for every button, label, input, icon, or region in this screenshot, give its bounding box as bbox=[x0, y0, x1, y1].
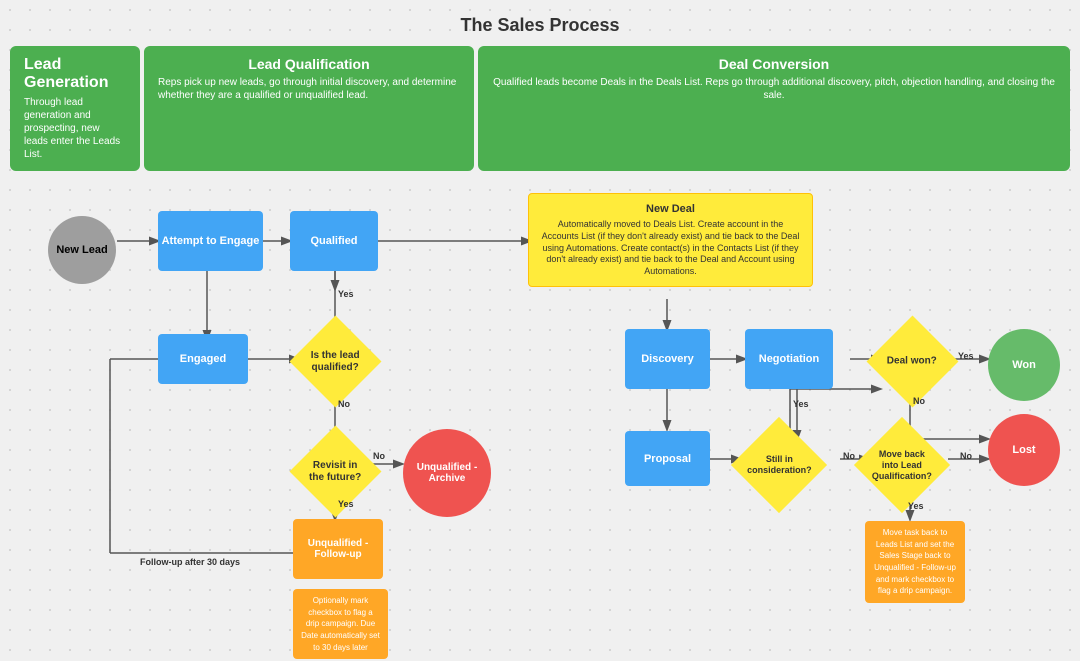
node-new-deal: New Deal Automatically moved to Deals Li… bbox=[528, 193, 813, 287]
node-negotiation: Negotiation bbox=[745, 329, 833, 389]
label-yes-qualified: Yes bbox=[338, 289, 354, 299]
new-deal-title: New Deal bbox=[539, 202, 802, 216]
banner-lead-gen: Lead Generation Through lead generation … bbox=[10, 46, 140, 171]
node-discovery: Discovery bbox=[625, 329, 710, 389]
node-unqualified-followup: Unqualified - Follow-up bbox=[293, 519, 383, 579]
banner-lead-heading: Lead Generation bbox=[24, 56, 126, 92]
page-title: The Sales Process bbox=[0, 0, 1080, 46]
node-unqualified-archive: Unqualified - Archive bbox=[403, 429, 491, 517]
node-lost: Lost bbox=[988, 414, 1060, 486]
banner-lead-qual: Lead Qualification Reps pick up new lead… bbox=[144, 46, 474, 171]
node-deal-won: Deal won? bbox=[867, 316, 959, 408]
banners-row: Lead Generation Through lead generation … bbox=[10, 46, 1070, 171]
label-no-qualified: No bbox=[338, 399, 350, 409]
label-yes-move-back: Yes bbox=[908, 501, 924, 511]
node-is-qualified: Is the lead qualified? bbox=[290, 316, 382, 408]
label-no-deal-won: No bbox=[913, 396, 925, 406]
label-yes-still: Yes bbox=[793, 399, 809, 409]
banner-qual-heading: Lead Qualification bbox=[158, 56, 460, 72]
banner-deal-heading: Deal Conversion bbox=[492, 56, 1056, 72]
label-no-still: No bbox=[843, 451, 855, 461]
label-no-move-back: No bbox=[960, 451, 972, 461]
banner-lead-text: Through lead generation and prospecting,… bbox=[24, 96, 126, 161]
node-engaged: Engaged bbox=[158, 334, 248, 384]
flow-diagram: New Lead Attempt to Engage Qualified New… bbox=[10, 181, 1070, 661]
node-attempt-engage: Attempt to Engage bbox=[158, 211, 263, 271]
banner-deal-text: Qualified leads become Deals in the Deal… bbox=[492, 76, 1056, 102]
node-qualified: Qualified bbox=[290, 211, 378, 271]
label-yes-deal-won: Yes bbox=[958, 351, 974, 361]
node-followup-note: Optionally mark checkbox to flag a drip … bbox=[293, 589, 388, 659]
node-won: Won bbox=[988, 329, 1060, 401]
label-no-revisit: No bbox=[373, 451, 385, 461]
node-still-consideration: Still in consideration? bbox=[731, 417, 827, 513]
followup-arrow-label: Follow-up after 30 days bbox=[140, 557, 240, 567]
node-new-lead: New Lead bbox=[48, 216, 116, 284]
banner-deal-conv: Deal Conversion Qualified leads become D… bbox=[478, 46, 1070, 171]
new-deal-desc: Automatically moved to Deals List. Creat… bbox=[539, 219, 802, 277]
banner-qual-text: Reps pick up new leads, go through initi… bbox=[158, 76, 460, 102]
label-yes-revisit: Yes bbox=[338, 499, 354, 509]
node-revisit: Revisit in the future? bbox=[290, 426, 382, 518]
node-move-back-note: Move task back to Leads List and set the… bbox=[865, 521, 965, 603]
node-proposal: Proposal bbox=[625, 431, 710, 486]
node-move-back-qual: Move back into Lead Qualification? bbox=[854, 417, 950, 513]
